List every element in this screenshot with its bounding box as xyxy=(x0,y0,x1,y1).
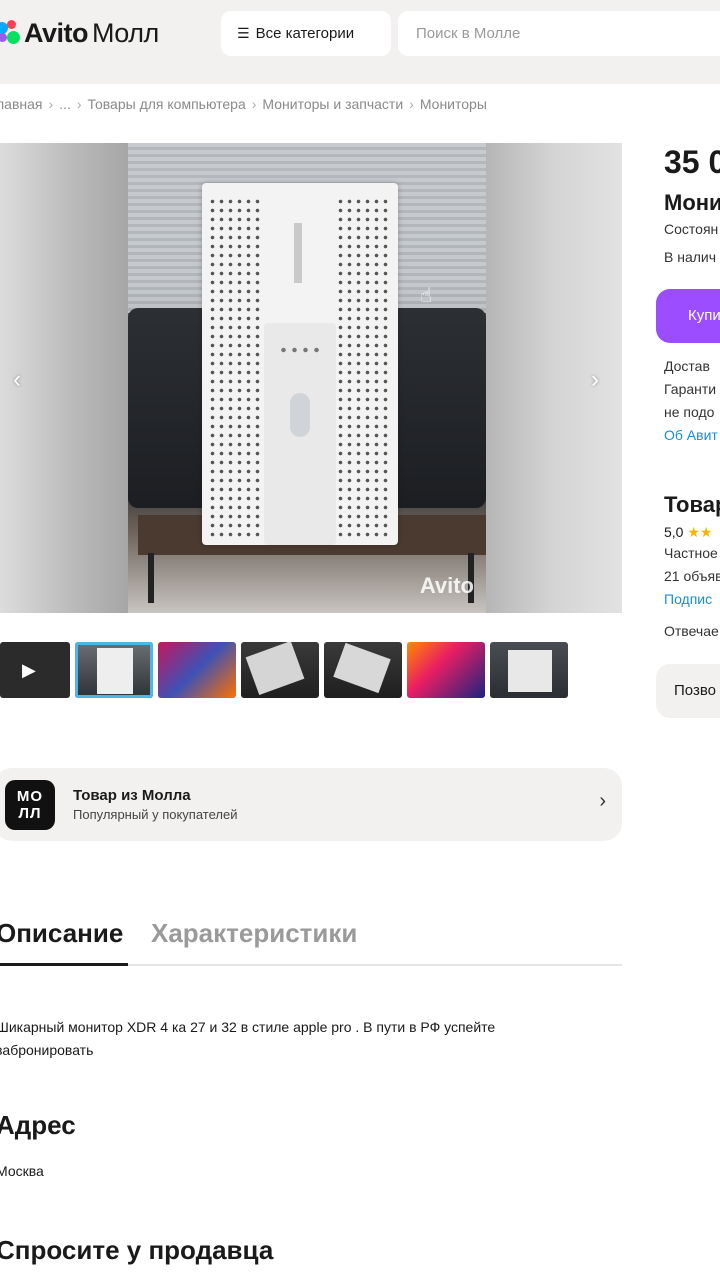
header: Avito Молл ☰ Все категории xyxy=(0,0,720,84)
availability-text: В налич xyxy=(664,249,717,265)
breadcrumb-item-monitors-parts[interactable]: Мониторы и запчасти xyxy=(262,96,403,112)
mall-banner-subtitle: Популярный у покупателей xyxy=(73,807,238,822)
thumbnail-6[interactable] xyxy=(490,642,568,698)
responds-text: Отвечае xyxy=(664,623,719,639)
product-photo[interactable]: ☝ Avito xyxy=(128,143,486,613)
gallery-next-button[interactable]: › xyxy=(580,365,610,395)
monitor-device xyxy=(202,183,398,545)
mall-banner-title: Товар из Молла xyxy=(73,787,191,804)
categories-icon: ☰ xyxy=(237,25,250,41)
ask-seller-heading: Спросите у продавца xyxy=(0,1235,274,1265)
chevron-right-icon: › xyxy=(76,96,82,112)
thumbnail-4[interactable] xyxy=(324,642,402,698)
subscribe-link[interactable]: Подпис xyxy=(664,591,712,607)
chevron-right-icon: › xyxy=(409,96,414,112)
address-value: Москва xyxy=(0,1163,44,1179)
breadcrumb: лавная › ... › Товары для компьютера › М… xyxy=(0,96,487,112)
thumbnail-video[interactable]: ▶ xyxy=(0,642,70,698)
seller-type: Частное xyxy=(664,545,718,561)
description-text: Шикарный монитор XDR 4 ка 27 и 32 в стил… xyxy=(0,1019,496,1058)
thumbnail-1[interactable] xyxy=(75,642,153,698)
tab-specs[interactable]: Характеристики xyxy=(151,910,357,966)
all-categories-label: Все категории xyxy=(255,25,355,42)
logo-brand: Avito xyxy=(24,17,89,48)
thumbnail-2[interactable] xyxy=(158,642,236,698)
mall-product-banner[interactable]: МО ЛЛ Товар из Молла Популярный у покупа… xyxy=(0,768,622,841)
seller-rating: 5,0 ★★ xyxy=(664,524,713,540)
thumbnail-strip: ▶ xyxy=(0,642,568,698)
address-heading: Адрес xyxy=(0,1110,76,1140)
not-fit-text: не подо xyxy=(664,404,715,420)
price: 35 0 xyxy=(664,144,720,180)
avito-mall-logo[interactable]: Avito Молл xyxy=(0,14,159,52)
avito-logo-icon xyxy=(0,18,22,48)
ads-count: 21 объяв xyxy=(664,568,720,584)
avito-watermark: Avito xyxy=(419,573,474,598)
breadcrumb-item-computer[interactable]: Товары для компьютера xyxy=(88,96,246,112)
play-icon: ▶ xyxy=(22,660,36,680)
condition-text: Состоян xyxy=(664,221,719,237)
call-button[interactable]: Позво xyxy=(656,664,720,718)
product-title: Мони xyxy=(664,190,720,215)
tabs: Описание Характеристики xyxy=(0,910,622,966)
product-gallery[interactable]: ☝ Avito ‹ › xyxy=(0,143,622,613)
guarantee-text: Гаранти xyxy=(664,381,717,397)
mall-badge-icon: МО ЛЛ xyxy=(5,779,55,830)
delivery-text: Достав xyxy=(664,358,710,374)
star-icon: ★★ xyxy=(687,524,713,540)
seller-heading: Товар xyxy=(664,492,720,517)
breadcrumb-item-monitors[interactable]: Мониторы xyxy=(420,96,487,112)
breadcrumb-item-ellipsis[interactable]: ... xyxy=(59,96,71,112)
hand-cursor-icon: ☝ xyxy=(420,285,433,307)
tab-description[interactable]: Описание xyxy=(0,910,128,966)
thumbnail-5[interactable] xyxy=(407,642,485,698)
gallery-prev-button[interactable]: ‹ xyxy=(2,365,32,395)
chevron-right-icon: › xyxy=(599,790,606,812)
thumbnail-3[interactable] xyxy=(241,642,319,698)
chevron-right-icon: › xyxy=(48,96,54,112)
all-categories-button[interactable]: ☰ Все категории xyxy=(221,11,391,56)
purchase-panel: 35 0 Мони Состоян В налич Купи Достав Га… xyxy=(656,0,720,1280)
logo-suffix: Молл xyxy=(92,17,159,48)
about-avito-link[interactable]: Об Авит xyxy=(664,427,718,443)
buy-button[interactable]: Купи xyxy=(656,289,720,343)
breadcrumb-item-home[interactable]: лавная xyxy=(0,96,43,112)
chevron-right-icon: › xyxy=(251,96,257,112)
